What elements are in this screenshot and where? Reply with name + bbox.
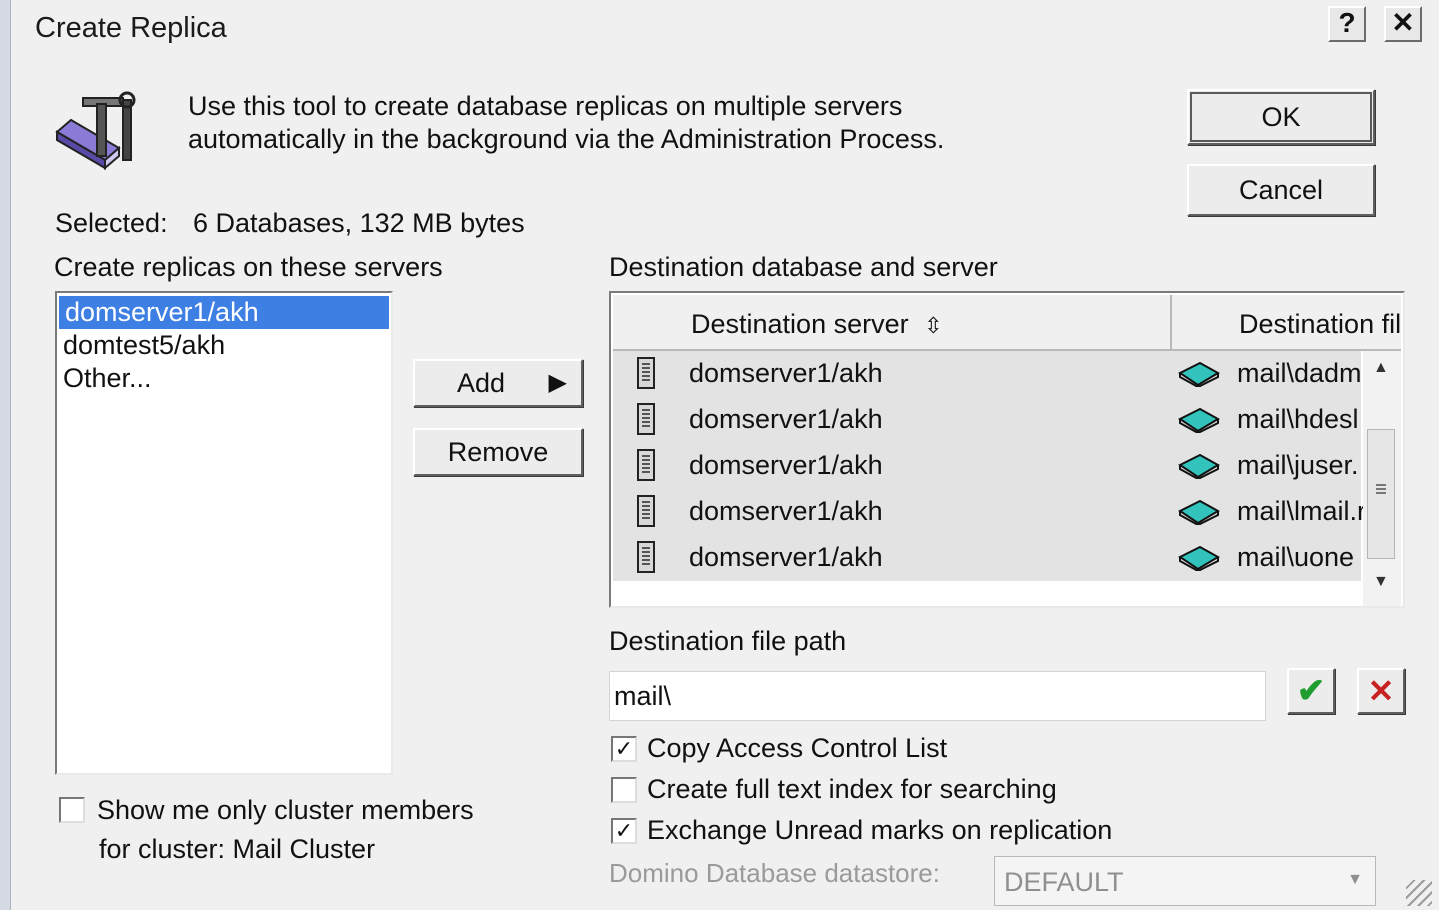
col-destination-server[interactable]: Destination server ⇳	[691, 309, 943, 340]
row-server: domserver1/akh	[689, 404, 883, 434]
cluster-members-checkbox[interactable]	[59, 797, 85, 823]
add-button[interactable]: Add ▶	[413, 359, 583, 407]
destination-path-input[interactable]: mail\	[609, 671, 1266, 721]
database-icon	[1178, 545, 1220, 571]
chevron-down-icon: ▼	[1347, 871, 1363, 888]
sort-icon: ⇳	[924, 313, 943, 338]
copy-acl-label: Copy Access Control List	[647, 733, 948, 763]
checkmark-icon: ✔	[1296, 672, 1326, 710]
copy-acl-checkbox[interactable]: ✓	[611, 736, 637, 762]
add-arrow-icon: ▶	[548, 369, 567, 396]
grid-row[interactable]: domserver1/akh mail\hdesl	[613, 397, 1361, 443]
unread-marks-label: Exchange Unread marks on replication	[647, 815, 1113, 845]
col-destination-server-label: Destination server	[691, 309, 909, 339]
server-icon	[637, 541, 655, 573]
grid-row[interactable]: domserver1/akh mail\uone	[613, 535, 1361, 581]
server-icon	[637, 495, 655, 527]
row-server: domserver1/akh	[689, 450, 883, 480]
server-icon	[637, 357, 655, 389]
row-server: domserver1/akh	[689, 358, 883, 388]
selected-label: Selected:	[55, 208, 168, 238]
cross-icon: ✕	[1367, 673, 1395, 709]
destination-path-value: mail\	[614, 681, 672, 711]
full-text-index-label: Create full text index for searching	[647, 774, 1057, 804]
server-item-domserver1[interactable]: domserver1/akh	[59, 296, 389, 329]
intro-line-1: Use this tool to create database replica…	[188, 91, 903, 121]
grid-scrollbar[interactable]: ▲ ▼	[1363, 351, 1401, 606]
database-icon	[1178, 361, 1220, 387]
remove-button[interactable]: Remove	[413, 428, 583, 476]
row-server: domserver1/akh	[689, 496, 883, 526]
window-title: Create Replica	[35, 12, 227, 44]
server-item-domtest5[interactable]: domtest5/akh	[57, 329, 391, 362]
col-destination-file[interactable]: Destination fil	[1239, 309, 1401, 340]
admin-tools-icon	[53, 90, 145, 171]
cancel-path-button[interactable]: ✕	[1357, 668, 1405, 714]
scroll-up-icon[interactable]: ▲	[1373, 359, 1389, 377]
ok-button[interactable]: OK	[1187, 89, 1375, 145]
add-button-label: Add	[457, 368, 506, 398]
servers-listbox[interactable]: domserver1/akh domtest5/akh Other...	[55, 291, 393, 775]
help-button[interactable]: ?	[1328, 6, 1366, 42]
row-file: mail\hdesl	[1237, 404, 1359, 434]
create-replica-dialog: Create Replica ? ✕ Use this tool to crea…	[10, 0, 1439, 910]
cluster-line-1: Show me only cluster members	[97, 795, 474, 825]
cancel-button[interactable]: Cancel	[1187, 164, 1375, 216]
full-text-index-checkbox[interactable]	[611, 777, 637, 803]
grid-header: Destination server ⇳ Destination fil	[613, 295, 1401, 351]
grid-row[interactable]: domserver1/akh mail\dadm	[613, 351, 1362, 397]
accept-path-button[interactable]: ✔	[1287, 668, 1335, 714]
datastore-select[interactable]: DEFAULT ▼	[994, 856, 1376, 906]
cluster-line-2: for cluster: Mail Cluster	[99, 834, 376, 864]
unread-marks-checkbox[interactable]: ✓	[611, 818, 637, 844]
thumb-grip-icon	[1376, 484, 1386, 496]
destination-label: Destination database and server	[609, 252, 998, 282]
server-item-other[interactable]: Other...	[57, 362, 391, 395]
row-file: mail\juser.	[1237, 450, 1359, 480]
row-server: domserver1/akh	[689, 542, 883, 572]
destination-grid[interactable]: Destination server ⇳ Destination fil dom…	[609, 291, 1405, 608]
column-divider	[1170, 295, 1172, 349]
grid-row[interactable]: domserver1/akh mail\juser.	[613, 443, 1361, 489]
row-file: mail\dadm	[1237, 358, 1362, 388]
servers-label: Create replicas on these servers	[54, 252, 443, 282]
intro-line-2: automatically in the background via the …	[188, 124, 945, 154]
scroll-down-icon[interactable]: ▼	[1373, 573, 1389, 591]
datastore-value: DEFAULT	[1004, 867, 1124, 897]
row-file: mail\uone	[1237, 542, 1355, 572]
database-icon	[1178, 499, 1220, 525]
datastore-label: Domino Database datastore:	[609, 858, 940, 888]
title-bar[interactable]: Create Replica ? ✕	[11, 0, 1439, 56]
close-button[interactable]: ✕	[1384, 6, 1422, 42]
resize-grip-icon[interactable]	[1406, 880, 1432, 906]
server-icon	[637, 449, 655, 481]
grid-row[interactable]: domserver1/akh mail\lmail.r	[613, 489, 1366, 535]
server-icon	[637, 403, 655, 435]
scroll-thumb[interactable]	[1367, 429, 1395, 559]
database-icon	[1178, 453, 1220, 479]
row-file: mail\lmail.r	[1237, 496, 1367, 526]
selected-value: 6 Databases, 132 MB bytes	[193, 208, 525, 238]
database-icon	[1178, 407, 1220, 433]
path-label: Destination file path	[609, 626, 847, 656]
